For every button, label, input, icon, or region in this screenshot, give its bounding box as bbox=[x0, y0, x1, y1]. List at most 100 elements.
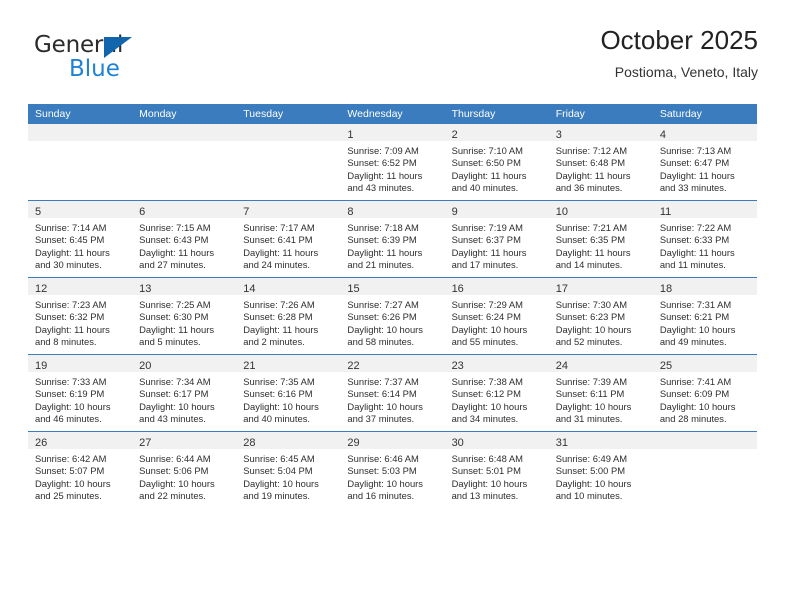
calendar-day-cell[interactable]: 1 Sunrise: 7:09 AM Sunset: 6:52 PM Daylight… bbox=[340, 124, 445, 201]
calendar-day-cell[interactable]: 25 Sunrise: 7:41 AM Sunset: 6:09 PM Dayligh… bbox=[652, 354, 757, 432]
sunrise-text: Sunrise: 6:48 AM bbox=[451, 453, 523, 464]
calendar-day-cell[interactable]: 8 Sunrise: 7:18 AM Sunset: 6:39 PM Daylight… bbox=[340, 200, 445, 278]
day-cell-body: Sunrise: 6:49 AM Sunset: 5:00 PM Daylight:… bbox=[549, 449, 653, 503]
calendar-day-cell[interactable]: 26 Sunrise: 6:42 AM Sunset: 5:07 PM Dayligh… bbox=[28, 431, 133, 508]
day-number: 25 bbox=[659, 360, 673, 372]
day-number-band bbox=[652, 432, 757, 449]
day-number: 23 bbox=[451, 360, 464, 372]
daylight-text-line2: and 13 minutes. bbox=[451, 490, 519, 502]
day-number-band: 22 bbox=[340, 355, 445, 372]
day-number: 28 bbox=[243, 437, 256, 449]
calendar-day-cell[interactable]: 18 Sunrise: 7:31 AM Sunset: 6:21 PM Dayligh… bbox=[652, 277, 757, 355]
day-cell-body: Sunrise: 6:42 AM Sunset: 5:07 PM Daylight:… bbox=[28, 449, 132, 503]
calendar-day-cell[interactable]: 13 Sunrise: 7:25 AM Sunset: 6:30 PM Dayligh… bbox=[132, 277, 237, 355]
calendar-day-cell-empty bbox=[132, 124, 237, 201]
day-cell-body: Sunrise: 7:18 AM Sunset: 6:39 PM Daylight:… bbox=[340, 218, 444, 272]
calendar-week-row: 5 Sunrise: 7:14 AM Sunset: 6:45 PM Daylight… bbox=[28, 200, 757, 278]
calendar-day-cell[interactable]: 16 Sunrise: 7:29 AM Sunset: 6:24 PM Dayligh… bbox=[444, 277, 549, 355]
sunrise-text: Sunrise: 7:10 AM bbox=[451, 145, 523, 156]
sunset-text: Sunset: 6:09 PM bbox=[659, 388, 730, 400]
daylight-text-line1: Daylight: 10 hours bbox=[451, 400, 528, 412]
day-number-band bbox=[28, 124, 133, 141]
day-number-band bbox=[236, 124, 341, 141]
calendar-day-cell[interactable]: 10 Sunrise: 7:21 AM Sunset: 6:35 PM Dayligh… bbox=[548, 200, 653, 278]
sunset-text: Sunset: 6:16 PM bbox=[243, 388, 313, 400]
sunrise-text: Sunrise: 7:17 AM bbox=[243, 222, 315, 233]
calendar-day-cell-empty bbox=[236, 124, 341, 201]
weekday-header-friday: Friday bbox=[548, 104, 653, 124]
sunrise-text: Sunrise: 7:33 AM bbox=[35, 376, 107, 387]
sunset-text: Sunset: 6:45 PM bbox=[35, 234, 105, 246]
sunrise-text: Sunrise: 7:23 AM bbox=[35, 299, 107, 310]
calendar-day-cell[interactable]: 14 Sunrise: 7:26 AM Sunset: 6:28 PM Dayligh… bbox=[236, 277, 341, 355]
calendar-day-cell[interactable]: 24 Sunrise: 7:39 AM Sunset: 6:11 PM Dayligh… bbox=[548, 354, 653, 432]
daylight-text-line2: and 17 minutes. bbox=[451, 259, 519, 271]
day-number: 17 bbox=[555, 283, 568, 295]
calendar-day-cell[interactable]: 29 Sunrise: 6:46 AM Sunset: 5:03 PM Dayligh… bbox=[340, 431, 445, 508]
day-cell-body: Sunrise: 7:27 AM Sunset: 6:26 PM Daylight:… bbox=[340, 295, 444, 349]
sunset-text: Sunset: 6:39 PM bbox=[347, 234, 417, 246]
calendar-day-cell[interactable]: 7 Sunrise: 7:17 AM Sunset: 6:41 PM Daylight… bbox=[236, 200, 341, 278]
calendar-day-cell[interactable]: 27 Sunrise: 6:44 AM Sunset: 5:06 PM Dayligh… bbox=[132, 431, 237, 508]
calendar-day-cell[interactable]: 20 Sunrise: 7:34 AM Sunset: 6:17 PM Dayligh… bbox=[132, 354, 237, 432]
daylight-text-line2: and 22 minutes. bbox=[139, 490, 206, 502]
sunrise-text: Sunrise: 6:44 AM bbox=[139, 453, 211, 464]
sunset-text: Sunset: 6:24 PM bbox=[451, 311, 521, 323]
daylight-text-line1: Daylight: 10 hours bbox=[659, 400, 736, 412]
day-number: 18 bbox=[659, 283, 673, 295]
sunrise-text: Sunrise: 7:25 AM bbox=[139, 299, 211, 310]
sunrise-text: Sunrise: 7:30 AM bbox=[555, 299, 628, 310]
daylight-text-line1: Daylight: 10 hours bbox=[555, 477, 632, 489]
weekday-header-sunday: Sunday bbox=[28, 104, 133, 124]
calendar-day-cell[interactable]: 3 Sunrise: 7:12 AM Sunset: 6:48 PM Daylight… bbox=[548, 124, 653, 201]
calendar-day-cell[interactable]: 15 Sunrise: 7:27 AM Sunset: 6:26 PM Dayligh… bbox=[340, 277, 445, 355]
calendar-day-cell[interactable]: 12 Sunrise: 7:23 AM Sunset: 6:32 PM Dayligh… bbox=[28, 277, 133, 355]
calendar-day-cell[interactable]: 5 Sunrise: 7:14 AM Sunset: 6:45 PM Daylight… bbox=[28, 200, 133, 278]
daylight-text-line1: Daylight: 11 hours bbox=[451, 169, 527, 181]
calendar-day-cell-empty bbox=[652, 431, 757, 508]
day-number: 6 bbox=[139, 206, 146, 218]
day-number-band: 31 bbox=[548, 432, 653, 449]
sunset-text: Sunset: 5:04 PM bbox=[243, 465, 313, 477]
daylight-text-line1: Daylight: 10 hours bbox=[555, 400, 632, 412]
day-cell-body: Sunrise: 7:41 AM Sunset: 6:09 PM Daylight:… bbox=[653, 372, 757, 426]
calendar-day-cell[interactable]: 11 Sunrise: 7:22 AM Sunset: 6:33 PM Dayligh… bbox=[652, 200, 757, 278]
day-cell-body: Sunrise: 6:45 AM Sunset: 5:04 PM Daylight:… bbox=[236, 449, 340, 503]
calendar-day-cell[interactable]: 4 Sunrise: 7:13 AM Sunset: 6:47 PM Daylight… bbox=[652, 124, 757, 201]
sunrise-text: Sunrise: 7:38 AM bbox=[451, 376, 523, 387]
daylight-text-line2: and 21 minutes. bbox=[347, 259, 415, 271]
calendar-day-cell[interactable]: 19 Sunrise: 7:33 AM Sunset: 6:19 PM Dayligh… bbox=[28, 354, 133, 432]
calendar-day-cell[interactable]: 23 Sunrise: 7:38 AM Sunset: 6:12 PM Dayligh… bbox=[444, 354, 549, 432]
calendar-day-cell[interactable]: 17 Sunrise: 7:30 AM Sunset: 6:23 PM Dayligh… bbox=[548, 277, 653, 355]
day-cell-body: Sunrise: 7:19 AM Sunset: 6:37 PM Daylight:… bbox=[445, 218, 549, 272]
logo-text-blue: Blue bbox=[69, 56, 120, 82]
generalblue-logo: General Blue bbox=[34, 32, 234, 88]
sunrise-text: Sunrise: 6:42 AM bbox=[35, 453, 107, 464]
daylight-text-line1: Daylight: 11 hours bbox=[347, 169, 423, 181]
calendar-day-cell[interactable]: 9 Sunrise: 7:19 AM Sunset: 6:37 PM Daylight… bbox=[444, 200, 549, 278]
day-cell-body: Sunrise: 7:09 AM Sunset: 6:52 PM Daylight:… bbox=[340, 141, 444, 195]
calendar-day-cell[interactable]: 28 Sunrise: 6:45 AM Sunset: 5:04 PM Dayligh… bbox=[236, 431, 341, 508]
calendar-day-cell[interactable]: 30 Sunrise: 6:48 AM Sunset: 5:01 PM Dayligh… bbox=[444, 431, 549, 508]
daylight-text-line1: Daylight: 11 hours bbox=[35, 246, 110, 258]
sunrise-text: Sunrise: 7:18 AM bbox=[347, 222, 419, 233]
weekday-header-tuesday: Tuesday bbox=[236, 104, 341, 124]
calendar-day-cell[interactable]: 22 Sunrise: 7:37 AM Sunset: 6:14 PM Dayligh… bbox=[340, 354, 445, 432]
day-number-band: 19 bbox=[28, 355, 133, 372]
daylight-text-line1: Daylight: 11 hours bbox=[139, 323, 215, 335]
daylight-text-line2: and 33 minutes. bbox=[659, 182, 727, 194]
calendar-day-cell[interactable]: 31 Sunrise: 6:49 AM Sunset: 5:00 PM Dayligh… bbox=[548, 431, 653, 508]
sunset-text: Sunset: 6:52 PM bbox=[347, 157, 417, 169]
sunrise-text: Sunrise: 7:15 AM bbox=[139, 222, 211, 233]
calendar-day-cell[interactable]: 6 Sunrise: 7:15 AM Sunset: 6:43 PM Daylight… bbox=[132, 200, 237, 278]
calendar-body: 1 Sunrise: 7:09 AM Sunset: 6:52 PM Daylight… bbox=[28, 124, 757, 508]
day-number-band: 8 bbox=[340, 201, 445, 218]
daylight-text-line1: Daylight: 10 hours bbox=[555, 323, 632, 335]
calendar-day-cell-empty bbox=[28, 124, 133, 201]
daylight-text-line2: and 40 minutes. bbox=[243, 413, 310, 425]
daylight-text-line2: and 16 minutes. bbox=[347, 490, 415, 502]
calendar-day-cell[interactable]: 2 Sunrise: 7:10 AM Sunset: 6:50 PM Daylight… bbox=[444, 124, 549, 201]
calendar-day-cell[interactable]: 21 Sunrise: 7:35 AM Sunset: 6:16 PM Dayligh… bbox=[236, 354, 341, 432]
day-cell-body: Sunrise: 7:10 AM Sunset: 6:50 PM Daylight:… bbox=[445, 141, 549, 195]
daylight-text-line1: Daylight: 11 hours bbox=[347, 246, 423, 258]
